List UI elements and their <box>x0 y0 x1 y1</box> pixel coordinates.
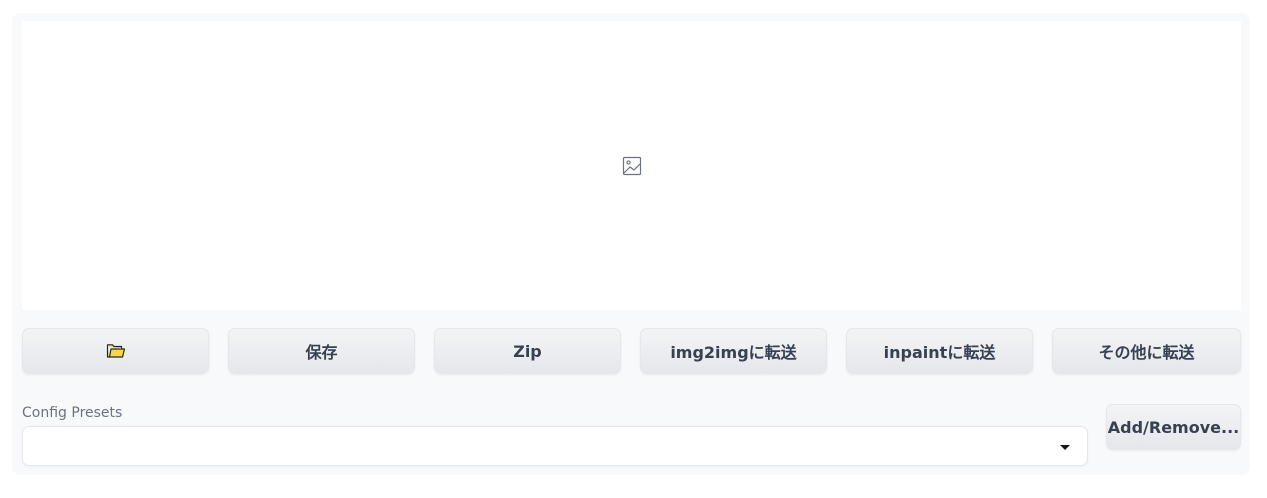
save-button[interactable]: 保存 <box>228 328 415 374</box>
add-remove-presets-button[interactable]: Add/Remove... <box>1106 404 1241 450</box>
image-placeholder-icon <box>622 156 642 176</box>
send-to-img2img-button[interactable]: img2imgに転送 <box>640 328 827 374</box>
config-presets-dropdown[interactable] <box>22 426 1088 466</box>
zip-button[interactable]: Zip <box>434 328 621 374</box>
chevron-down-icon[interactable] <box>1060 445 1070 450</box>
add-remove-presets-label: Add/Remove... <box>1107 417 1240 437</box>
image-gallery[interactable] <box>22 21 1241 310</box>
send-to-other-label: その他に転送 <box>1098 343 1195 362</box>
send-to-other-button[interactable]: その他に転送 <box>1052 328 1241 374</box>
send-to-inpaint-button[interactable]: inpaintに転送 <box>846 328 1033 374</box>
config-presets-label: Config Presets <box>22 405 123 421</box>
action-button-row: 保存 Zip img2imgに転送 inpaintに転送 その他に転送 <box>22 328 1241 375</box>
send-to-img2img-label: img2imgに転送 <box>670 343 797 362</box>
open-folder-button[interactable] <box>22 328 209 374</box>
save-button-label: 保存 <box>305 343 338 362</box>
folder-icon <box>106 343 126 359</box>
send-to-inpaint-label: inpaintに転送 <box>883 343 996 362</box>
zip-button-label: Zip <box>513 341 542 361</box>
